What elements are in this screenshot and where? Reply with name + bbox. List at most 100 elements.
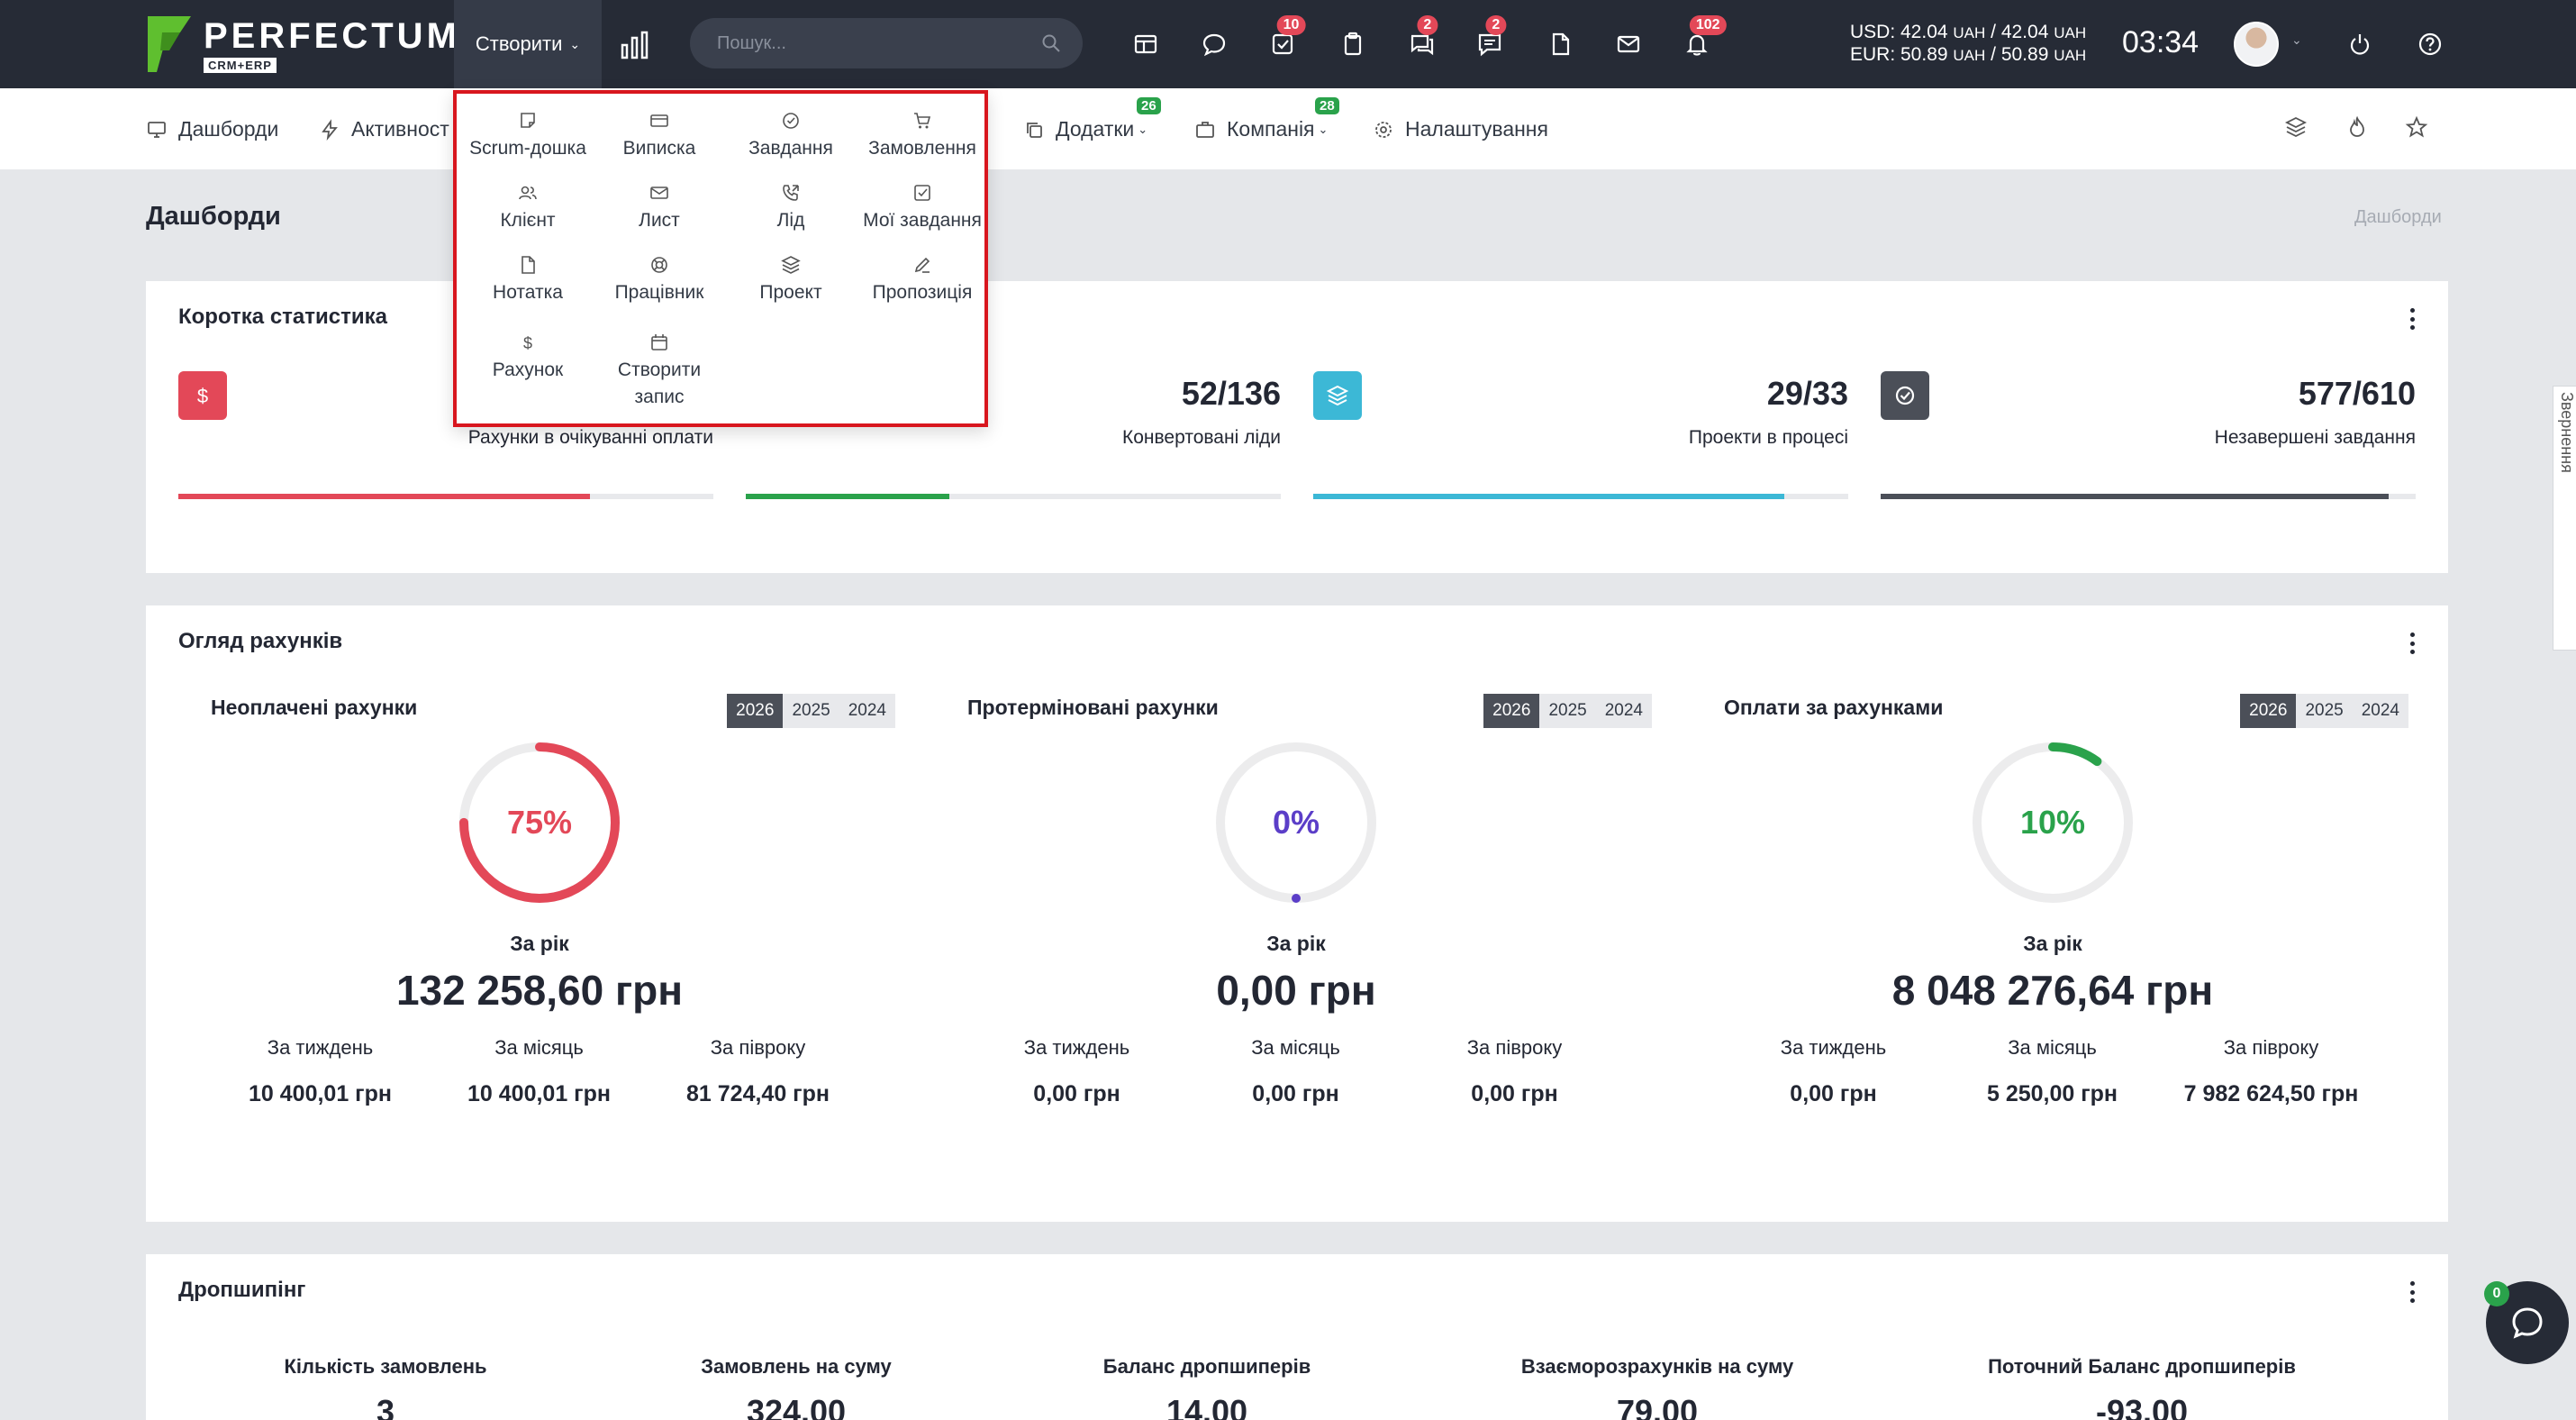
bar-chart-icon bbox=[621, 31, 649, 59]
drop-settlements: Взаєморозрахунків на суму 79.00 bbox=[1520, 1355, 1794, 1420]
nav-bar: Дашборди Активност Додатки ⌄ 26 Компанія… bbox=[0, 88, 2576, 169]
menu-item-create-record[interactable]: Створити запис bbox=[594, 332, 725, 411]
page-title: Дашборди bbox=[146, 202, 281, 231]
menu-item-lead[interactable]: Лід bbox=[725, 182, 857, 234]
invoice-payments-block: Оплати за рахунками 2026 2025 2024 10% З… bbox=[1724, 694, 2408, 1164]
notifications-button[interactable]: 102 bbox=[1677, 15, 1727, 64]
nav-item-dashboards[interactable]: Дашборди bbox=[146, 117, 278, 141]
copy-icon bbox=[1027, 122, 1042, 138]
sticky-note-icon bbox=[521, 113, 535, 128]
year-tab[interactable]: 2026 bbox=[727, 694, 784, 728]
bolt-icon bbox=[322, 118, 338, 141]
help-button[interactable] bbox=[2410, 24, 2450, 64]
year-tab[interactable]: 2026 bbox=[2240, 694, 2297, 728]
half-year-stat: За півроку 81 724,40 грн bbox=[686, 1036, 830, 1106]
favorites-button[interactable] bbox=[2405, 115, 2434, 144]
year-amount: 0,00 грн bbox=[1216, 967, 1376, 1014]
menu-item-client[interactable]: Клієнт bbox=[462, 182, 594, 234]
eur-rate: EUR: 50.89 bbox=[1850, 44, 1948, 65]
comments-button[interactable]: 2 bbox=[1470, 15, 1510, 64]
feedback-side-tab[interactable]: Звернення bbox=[2553, 386, 2576, 651]
lifebuoy-icon bbox=[651, 257, 667, 273]
menu-item-letter[interactable]: Лист bbox=[594, 182, 725, 234]
card-title: Коротка статистика bbox=[178, 305, 387, 329]
drop-orders-count: Кількість замовлень 3 bbox=[284, 1355, 487, 1420]
menu-item-my-tasks[interactable]: Мої завдання bbox=[857, 182, 988, 234]
percent-label: 75% bbox=[506, 804, 573, 841]
stat-label: Конвертовані ліди bbox=[1122, 427, 1281, 448]
progress-bar bbox=[1313, 494, 1848, 499]
menu-item-invoice[interactable]: $ Рахунок bbox=[462, 332, 594, 384]
chat-button[interactable]: 2 bbox=[1401, 15, 1441, 64]
nav-item-settings[interactable]: Налаштування bbox=[1373, 117, 1548, 141]
more-icon[interactable] bbox=[2408, 1281, 2416, 1303]
nav-item-addons[interactable]: Додатки ⌄ 26 bbox=[1023, 97, 1161, 141]
clipboard-button[interactable] bbox=[1333, 24, 1373, 64]
month-stat: За місяць 0,00 грн bbox=[1251, 1036, 1340, 1106]
month-stat: За місяць 5 250,00 грн bbox=[1986, 1036, 2118, 1106]
more-icon[interactable] bbox=[2408, 308, 2416, 330]
gear-icon bbox=[1375, 121, 1392, 138]
stats-button[interactable] bbox=[617, 27, 653, 63]
stat-unfinished-tasks: 577/610 Незавершені завдання bbox=[1881, 371, 2416, 499]
mail-icon bbox=[650, 187, 668, 199]
year-tab[interactable]: 2025 bbox=[2296, 694, 2352, 728]
tasks-badge: 10 bbox=[1276, 15, 1306, 35]
phone-icon bbox=[783, 185, 799, 201]
avatar[interactable] bbox=[2234, 22, 2279, 67]
stat-projects-in-progress: 29/33 Проекти в процесі bbox=[1313, 371, 1848, 499]
search-box[interactable] bbox=[690, 18, 1083, 68]
messages-button[interactable] bbox=[1194, 24, 1234, 64]
stat-value: 52/136 bbox=[1181, 375, 1281, 412]
menu-item-task[interactable]: Завдання bbox=[725, 110, 857, 162]
search-input[interactable] bbox=[717, 32, 1041, 54]
nav-item-company[interactable]: Компанія ⌄ 28 bbox=[1194, 97, 1339, 141]
logout-button[interactable] bbox=[2340, 24, 2380, 64]
year-tab[interactable]: 2026 bbox=[1483, 694, 1540, 728]
per-year-label: За рік bbox=[2023, 932, 2082, 955]
more-icon[interactable] bbox=[2408, 633, 2416, 654]
drop-balance: Баланс дропшиперів 14.00 bbox=[1102, 1355, 1311, 1420]
layers-icon bbox=[781, 256, 801, 274]
menu-item-order[interactable]: Замовлення bbox=[857, 110, 988, 162]
create-label: Створити bbox=[475, 32, 563, 55]
kanban-button[interactable] bbox=[1126, 24, 1166, 64]
menu-item-project[interactable]: Проект bbox=[725, 254, 857, 306]
check-circle-icon bbox=[1881, 371, 1929, 420]
layers-button[interactable] bbox=[2284, 115, 2313, 144]
menu-item-statement[interactable]: Виписка bbox=[594, 110, 725, 162]
table-icon bbox=[1134, 34, 1157, 54]
chevron-down-icon: ⌄ bbox=[569, 36, 581, 51]
nav-label: Компанія bbox=[1227, 117, 1315, 141]
year-tab[interactable]: 2024 bbox=[1596, 694, 1652, 728]
year-tab[interactable]: 2025 bbox=[783, 694, 839, 728]
year-tab[interactable]: 2025 bbox=[1539, 694, 1595, 728]
pen-icon bbox=[914, 257, 930, 273]
menu-item-employee[interactable]: Працівник bbox=[594, 254, 725, 306]
flame-icon bbox=[2350, 115, 2364, 137]
search-icon[interactable] bbox=[1041, 33, 1061, 53]
fire-button[interactable] bbox=[2345, 115, 2374, 144]
mail-button[interactable] bbox=[1609, 24, 1648, 64]
company-badge: 28 bbox=[1315, 97, 1339, 114]
breadcrumb[interactable]: Дашборди bbox=[2354, 207, 2442, 228]
logo-sub: CRM+ERP bbox=[204, 57, 277, 73]
nav-label: Активност bbox=[351, 117, 449, 141]
create-menu-button[interactable]: Створити ⌄ bbox=[454, 0, 602, 88]
chat-bubble-icon bbox=[1202, 33, 1226, 57]
year-tab[interactable]: 2024 bbox=[839, 694, 895, 728]
menu-item-note[interactable]: Нотатка bbox=[462, 254, 594, 306]
documents-button[interactable] bbox=[1540, 24, 1580, 64]
progress-bar bbox=[1881, 494, 2416, 499]
progress-bar bbox=[178, 494, 713, 499]
help-icon bbox=[2418, 32, 2442, 56]
chevron-down-icon[interactable]: ⌄ bbox=[2291, 32, 2302, 48]
nav-item-activity[interactable]: Активност bbox=[319, 117, 449, 141]
logo[interactable]: PERFECTUM® CRM+ERP bbox=[144, 13, 477, 76]
menu-item-proposal[interactable]: Пропозиція bbox=[857, 254, 988, 306]
tasks-button[interactable]: 10 bbox=[1263, 15, 1306, 64]
year-tab[interactable]: 2024 bbox=[2353, 694, 2408, 728]
dollar-icon: $ bbox=[523, 334, 532, 352]
menu-item-scrum-board[interactable]: Scrum-дошка bbox=[462, 110, 594, 162]
year-switcher: 2026 2025 2024 bbox=[1483, 694, 1652, 728]
